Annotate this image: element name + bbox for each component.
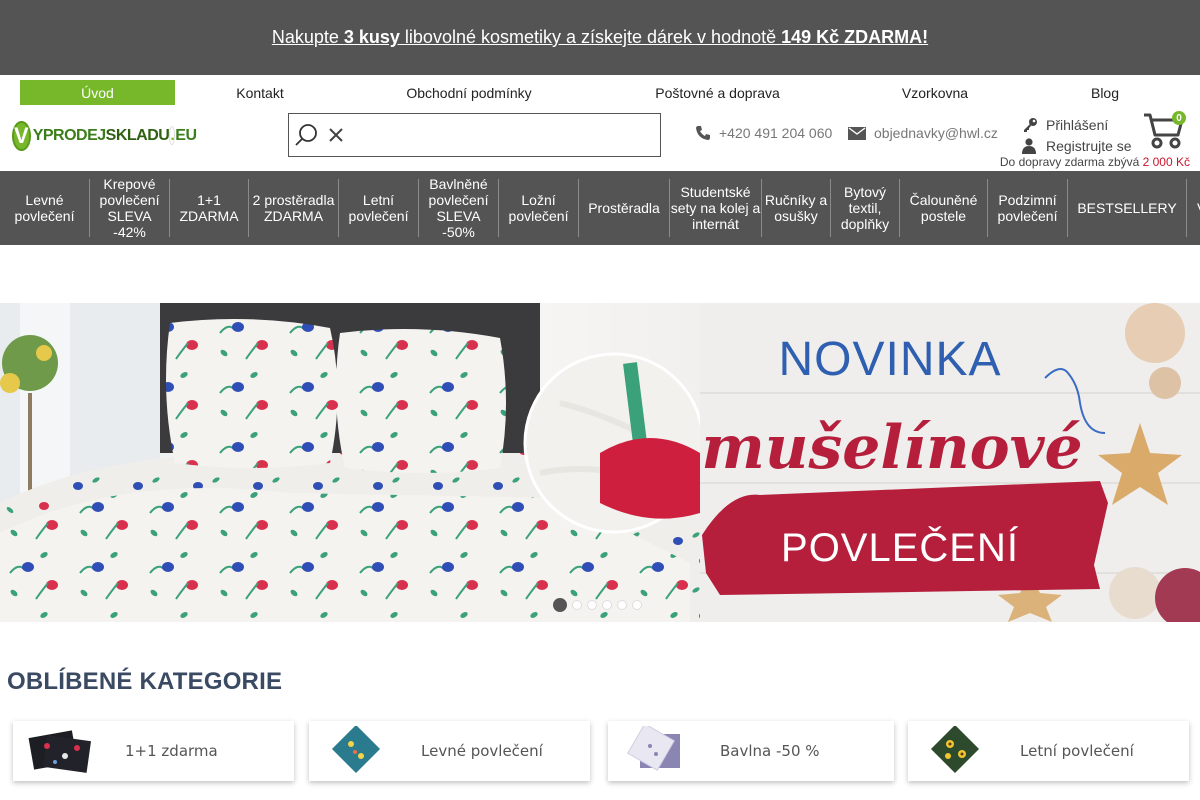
promo-banner: Nakupte 3 kusy libovolné kosmetiky a zís… bbox=[0, 0, 1200, 75]
tile-1-plus-1-zdarma[interactable]: 1+1 zdarma bbox=[13, 721, 294, 781]
mail-icon bbox=[848, 126, 866, 140]
slider-dot-1[interactable] bbox=[553, 598, 567, 612]
top-nav-samples[interactable]: Vzorkovna bbox=[885, 80, 985, 105]
key-icon bbox=[1022, 117, 1042, 133]
free-shipping-label: Do dopravy zdarma zbývá bbox=[999, 155, 1143, 169]
phone-contact[interactable]: +420 491 204 060 bbox=[695, 125, 832, 141]
cat-bestsellery[interactable]: BESTSELLERY bbox=[1068, 179, 1187, 237]
search-box bbox=[288, 113, 661, 157]
login-label: Přihlášení bbox=[1046, 116, 1109, 133]
tile-thumbnail bbox=[627, 726, 680, 771]
account-links: Přihlášení Registrujte se bbox=[1022, 114, 1132, 156]
top-nav-contact[interactable]: Kontakt bbox=[215, 80, 305, 105]
hero-title-povleceni: POVLEČENÍ bbox=[781, 525, 1019, 570]
tile-letni-povleceni[interactable]: Letní povlečení bbox=[908, 721, 1189, 781]
tile-bavlna-50[interactable]: Bavlna -50 % bbox=[608, 721, 894, 781]
hero-title-muselinove: mušelínové bbox=[701, 413, 1082, 483]
top-nav-blog[interactable]: Blog bbox=[1075, 80, 1135, 105]
slider-dot-3[interactable] bbox=[587, 600, 597, 610]
favorites-title: OBLÍBENÉ KATEGORIE bbox=[7, 668, 283, 695]
cat-levne-povleceni[interactable]: Levné povlečení bbox=[0, 179, 90, 237]
tile-label: Bavlna -50 % bbox=[720, 742, 820, 760]
cat-1-plus-1-zdarma[interactable]: 1+1 ZDARMA bbox=[170, 179, 249, 237]
site-logo[interactable]: V YPRODEJSKLADU.EU bbox=[12, 120, 197, 152]
promo-text-4: 149 Kč ZDARMA! bbox=[781, 27, 929, 47]
cat-more[interactable]: V bbox=[1187, 179, 1200, 237]
cat-prosteradla[interactable]: Prostěradla bbox=[579, 179, 670, 237]
login-link[interactable]: Přihlášení bbox=[1022, 114, 1132, 135]
hero-image: NOVINKA mušelínové POVLEČENÍ bbox=[0, 303, 1200, 622]
top-nav-shipping[interactable]: Poštovné a doprava bbox=[640, 80, 795, 105]
header: V YPRODEJSKLADU.EU +420 491 204 060 obje… bbox=[0, 105, 1200, 171]
slider-dot-4[interactable] bbox=[602, 600, 612, 610]
tile-label: 1+1 zdarma bbox=[125, 742, 218, 760]
user-icon bbox=[1022, 137, 1042, 154]
slider-dot-5[interactable] bbox=[617, 600, 627, 610]
tile-label: Letní povlečení bbox=[1020, 742, 1134, 760]
cat-studentske-sety[interactable]: Studentské sety na kolej a internát bbox=[670, 179, 762, 237]
top-nav-home[interactable]: Úvod bbox=[20, 80, 175, 105]
cat-rucniky[interactable]: Ručníky a osušky bbox=[762, 179, 831, 237]
phone-number: +420 491 204 060 bbox=[719, 125, 833, 141]
free-shipping-note: Do dopravy zdarma zbývá 2 000 Kč bbox=[1000, 155, 1190, 169]
cart-button[interactable]: 0 bbox=[1142, 111, 1192, 151]
search-input[interactable] bbox=[351, 115, 660, 155]
logo-badge: V bbox=[12, 121, 31, 151]
tile-levne-povleceni[interactable]: Levné povlečení bbox=[309, 721, 590, 781]
category-nav: Levné povlečení Krepové povlečení SLEVA … bbox=[0, 171, 1200, 245]
phone-icon bbox=[695, 125, 711, 141]
promo-link[interactable]: Nakupte 3 kusy libovolné kosmetiky a zís… bbox=[272, 27, 928, 48]
slider-dots bbox=[553, 598, 642, 612]
slider-dot-6[interactable] bbox=[632, 600, 642, 610]
favorites-tiles: 1+1 zdarma Levné povlečení Bavlna -50 % … bbox=[13, 721, 1193, 781]
cart-count-badge: 0 bbox=[1172, 111, 1186, 125]
cat-podzimni-povleceni[interactable]: Podzimní povlečení bbox=[988, 179, 1068, 237]
cat-letni-povleceni[interactable]: Letní povlečení bbox=[339, 179, 419, 237]
tile-thumbnail bbox=[331, 726, 381, 774]
tile-label: Levné povlečení bbox=[421, 742, 543, 760]
promo-text-3: libovolné kosmetiky a získejte dárek v h… bbox=[399, 27, 782, 47]
cat-lozni-povleceni[interactable]: Ložní povlečení bbox=[499, 179, 579, 237]
promo-text-2: 3 kusy bbox=[343, 27, 400, 47]
email-contact[interactable]: objednavky@hwl.cz bbox=[848, 125, 998, 141]
logo-text: YPRODEJSKLADU.EU bbox=[32, 126, 197, 145]
clear-search-icon[interactable] bbox=[321, 120, 351, 150]
cat-bytovy-textil[interactable]: Bytový textil, doplňky bbox=[831, 179, 900, 237]
register-link[interactable]: Registrujte se bbox=[1022, 135, 1132, 156]
cat-krepove-povleceni[interactable]: Krepové povlečení SLEVA -42% bbox=[90, 176, 170, 240]
tile-thumbnail bbox=[930, 726, 980, 774]
top-nav: Úvod Kontakt Obchodní podmínky Poštovné … bbox=[0, 75, 1200, 105]
register-label: Registrujte se bbox=[1046, 137, 1132, 154]
tile-thumbnail bbox=[28, 730, 92, 773]
search-icon[interactable] bbox=[291, 120, 321, 150]
cat-bavlnene-povleceni[interactable]: Bavlněné povlečení SLEVA -50% bbox=[419, 176, 499, 240]
promo-text-1: Nakupte bbox=[271, 27, 344, 47]
hero-title-novinka: NOVINKA bbox=[778, 333, 1001, 386]
email-address: objednavky@hwl.cz bbox=[874, 125, 998, 141]
top-nav-terms[interactable]: Obchodní podmínky bbox=[389, 80, 549, 105]
free-shipping-amount: 2 000 Kč bbox=[1142, 155, 1190, 169]
slider-dot-2[interactable] bbox=[572, 600, 582, 610]
cat-calounene-postele[interactable]: Čalouněné postele bbox=[900, 179, 988, 237]
cat-2-prosteradla[interactable]: 2 prostěradla ZDARMA bbox=[249, 179, 339, 237]
hero-slider[interactable]: NOVINKA mušelínové POVLEČENÍ bbox=[0, 303, 1200, 622]
